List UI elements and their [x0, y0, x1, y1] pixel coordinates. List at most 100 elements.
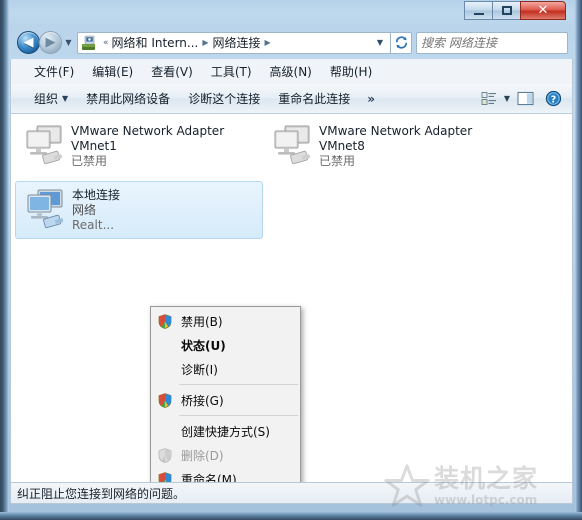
disable-device-button[interactable]: 禁用此网络设备: [77, 87, 179, 110]
view-dropdown-caret[interactable]: ▼: [504, 94, 510, 103]
connection-text-vmnet1: VMware Network Adapter VMnet1 已禁用: [71, 122, 224, 169]
context-menu-item-disable[interactable]: 禁用(B): [151, 309, 300, 333]
search-input[interactable]: [421, 35, 569, 50]
chevron-down-icon: ▼: [65, 38, 72, 47]
rename-connection-button[interactable]: 重命名此连接: [269, 87, 359, 110]
preview-pane-icon: [517, 91, 533, 106]
context-menu-item-bridge[interactable]: 桥接(G): [151, 388, 300, 412]
context-menu-label: 重命名(M): [181, 472, 237, 483]
network-adapter-disabled-icon: [21, 122, 71, 170]
refresh-button[interactable]: [390, 31, 412, 54]
organize-label: 组织: [34, 92, 59, 106]
forward-button[interactable]: ▶: [39, 31, 62, 54]
connection-name: 本地连接: [72, 188, 121, 202]
connection-item-vmnet8[interactable]: VMware Network Adapter VMnet8 已禁用: [263, 118, 511, 176]
context-menu-label: 创建快捷方式(S): [181, 424, 270, 439]
connection-status: 已禁用: [319, 154, 356, 168]
no-icon-placeholder: [155, 337, 175, 353]
context-menu-item-diagnose[interactable]: 诊断(I): [151, 357, 300, 381]
menu-edit[interactable]: 编辑(E): [83, 61, 142, 82]
explorer-window: ✕ ◀ ▶ ▼ « 网络和 Intern... ▶ 网络连接 ▶ ▼ 搜索 网络…: [0, 0, 582, 513]
context-menu-label: 禁用(B): [181, 314, 223, 329]
command-toolbar: 组织 ▼ 禁用此网络设备 诊断这个连接 重命名此连接 » ▼ ?: [10, 84, 573, 114]
preview-pane-button[interactable]: [512, 88, 538, 110]
context-menu-separator-1: [179, 384, 298, 385]
context-menu[interactable]: 禁用(B) 状态(U) 诊断(I) 桥接(G) 创建快捷方式(S) 删除(D) …: [150, 306, 301, 482]
window-frame-right: [575, 0, 582, 513]
breadcrumb-item-network-internet[interactable]: 网络和 Intern...: [112, 34, 199, 51]
window-frame-bottom: [0, 512, 582, 520]
breadcrumb-item-network-connections[interactable]: 网络连接: [213, 34, 261, 51]
window-controls: ✕: [464, 1, 566, 20]
recent-pages-dropdown[interactable]: ▼: [62, 38, 75, 47]
title-bar: ✕: [9, 0, 574, 26]
help-icon: ?: [545, 90, 561, 107]
connection-text-vmnet8: VMware Network Adapter VMnet8 已禁用: [319, 122, 472, 169]
context-menu-label: 诊断(I): [181, 362, 218, 377]
breadcrumb-overflow[interactable]: «: [103, 38, 109, 48]
connection-text-local-area: 本地连接 网络 Realt...: [72, 186, 120, 233]
maximize-button[interactable]: [492, 1, 520, 20]
menu-bar: 文件(F) 编辑(E) 查看(V) 工具(T) 高级(N) 帮助(H): [10, 59, 573, 84]
menu-help[interactable]: 帮助(H): [321, 61, 381, 82]
shield-disabled-icon: [155, 447, 175, 463]
close-button[interactable]: ✕: [520, 1, 566, 20]
network-folder-icon: [81, 35, 97, 51]
connection-name: VMware Network Adapter: [319, 124, 473, 138]
diagnose-connection-button[interactable]: 诊断这个连接: [179, 87, 269, 110]
connection-network-label: 网络: [72, 203, 97, 217]
search-box[interactable]: [416, 31, 569, 54]
status-bar: 纠正阻止您连接到网络的问题。: [10, 482, 573, 504]
shield-icon: [155, 471, 175, 482]
shield-icon: [155, 313, 175, 329]
navigation-bar: ◀ ▶ ▼ « 网络和 Intern... ▶ 网络连接 ▶ ▼: [9, 26, 574, 59]
connections-list-pane[interactable]: VMware Network Adapter VMnet1 已禁用 VMware…: [10, 114, 573, 482]
change-view-button[interactable]: [476, 88, 502, 110]
help-button[interactable]: ?: [540, 88, 566, 110]
refresh-icon: [395, 36, 407, 49]
no-icon-placeholder: [155, 361, 175, 377]
organize-button[interactable]: 组织 ▼: [25, 87, 77, 110]
context-menu-label: 删除(D): [181, 448, 224, 463]
forward-arrow-icon: ▶: [45, 35, 56, 50]
breadcrumb-chevron-0[interactable]: ▶: [202, 38, 208, 47]
toolbar-overflow-button[interactable]: »: [359, 89, 383, 109]
network-adapter-icon: [22, 186, 72, 234]
toolbar-right-group: ▼ ?: [476, 88, 566, 110]
window-frame-left: [0, 0, 9, 513]
connection-name-line2: VMnet1: [71, 139, 117, 153]
context-menu-label: 状态(U): [181, 338, 226, 353]
back-button[interactable]: ◀: [17, 31, 40, 54]
breadcrumb-chevron-1[interactable]: ▶: [265, 38, 271, 47]
back-arrow-icon: ◀: [23, 35, 34, 50]
minimize-icon: [473, 12, 484, 15]
connection-item-local-area[interactable]: 本地连接 网络 Realt...: [15, 181, 263, 239]
view-options-icon: [481, 92, 496, 105]
status-bar-text: 纠正阻止您连接到网络的问题。: [17, 486, 186, 501]
context-menu-label: 桥接(G): [181, 393, 224, 408]
connections-grid: VMware Network Adapter VMnet1 已禁用 VMware…: [11, 114, 572, 239]
menu-file[interactable]: 文件(F): [25, 61, 83, 82]
context-menu-item-status[interactable]: 状态(U): [151, 333, 300, 357]
context-menu-item-delete: 删除(D): [151, 443, 300, 467]
connection-name-line2: VMnet8: [319, 139, 365, 153]
connection-adapter-name: Realt...: [72, 218, 115, 232]
connection-item-vmnet1[interactable]: VMware Network Adapter VMnet1 已禁用: [15, 118, 263, 176]
connection-status: 已禁用: [71, 154, 108, 168]
address-bar[interactable]: « 网络和 Intern... ▶ 网络连接 ▶ ▼: [77, 31, 391, 54]
menu-advanced[interactable]: 高级(N): [261, 61, 321, 82]
maximize-icon: [501, 6, 512, 15]
network-adapter-disabled-icon: [269, 122, 319, 170]
menu-tools[interactable]: 工具(T): [202, 61, 261, 82]
svg-text:?: ?: [550, 94, 555, 105]
context-menu-item-rename[interactable]: 重命名(M): [151, 467, 300, 482]
address-history-dropdown[interactable]: ▼: [372, 38, 388, 47]
context-menu-separator-2: [179, 415, 298, 416]
no-icon-placeholder: [155, 423, 175, 439]
menu-view[interactable]: 查看(V): [142, 61, 202, 82]
shield-icon: [155, 392, 175, 408]
minimize-button[interactable]: [464, 1, 492, 20]
close-icon: ✕: [537, 3, 549, 18]
chevron-down-icon: ▼: [62, 94, 69, 103]
context-menu-item-create-shortcut[interactable]: 创建快捷方式(S): [151, 419, 300, 443]
